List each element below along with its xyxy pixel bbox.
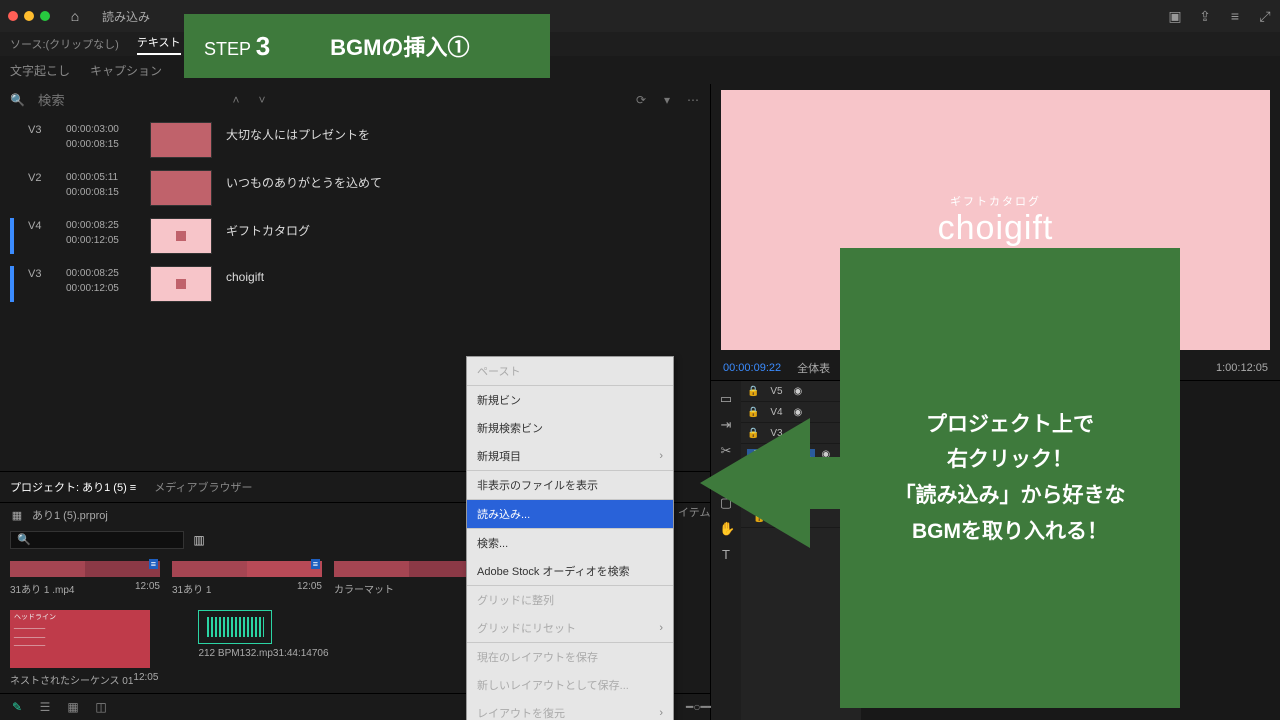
list-icon[interactable]: ☰ — [38, 700, 52, 714]
more-icon[interactable]: ⋯ — [686, 93, 700, 107]
clip-thumb — [150, 266, 212, 302]
timeline-tools: ▭ ⇥ ✂ ✎ ▢ ✋ T — [711, 381, 741, 720]
audio-thumb[interactable] — [198, 610, 272, 644]
context-menu-item: グリッドに整列 — [467, 585, 673, 614]
bpm-name: 212 BPM132.mp3 — [198, 648, 278, 659]
context-menu[interactable]: ペースト新規ビン新規検索ビン新規項目›非表示のファイルを表示読み込み...検索.… — [466, 356, 674, 720]
step-banner: STEP 3 BGMの挿入① — [184, 14, 550, 78]
nested-sequence-thumb[interactable]: ヘッドライン________________________ — [10, 610, 150, 668]
filter-icon[interactable]: ▾ — [660, 93, 674, 107]
window-title: 読み込み — [102, 8, 150, 25]
search-icon[interactable]: 🔍 — [10, 93, 24, 107]
items-label: イテム — [678, 504, 710, 520]
context-menu-item[interactable]: 新規ビン — [467, 385, 673, 414]
video-track-header[interactable]: 🔒V5◉ — [741, 381, 861, 402]
media-browser-tab[interactable]: メディアブラウザー — [154, 479, 252, 495]
source-label: ソース:(クリップなし) — [10, 36, 119, 52]
context-menu-item[interactable]: 読み込み... — [467, 499, 673, 528]
program-subtitle: ギフトカタログ — [950, 193, 1041, 209]
transcribe-tab[interactable]: 文字起こし — [10, 62, 70, 79]
bin-item[interactable]: カラーマット — [334, 561, 484, 596]
context-menu-item: 新しいレイアウトとして保存... — [467, 671, 673, 699]
grid-icon[interactable]: ▦ — [66, 700, 80, 714]
track-headers: 🔒V5◉🔒V4◉🔒V3◉A1🔒A1◉🔒A2◉🔒A3◉🔒ミックス — [741, 381, 861, 720]
step-title: BGMの挿入① — [330, 30, 469, 62]
window-controls[interactable] — [8, 11, 50, 21]
audio-track-header[interactable]: 🔒A3◉ — [741, 486, 861, 507]
text-tab[interactable]: テキスト — [137, 34, 181, 55]
context-menu-item: ペースト — [467, 357, 673, 385]
project-icon: ▦ — [10, 509, 24, 522]
caption-row[interactable]: V3 00:00:08:2500:00:12:05 choigift — [0, 260, 710, 308]
rectangle-tool-icon[interactable]: ▢ — [719, 495, 733, 511]
program-monitor: ギフトカタログ choigift — [721, 90, 1270, 350]
workspace-icon[interactable]: ▣ — [1168, 8, 1182, 25]
project-search-input[interactable] — [10, 531, 184, 549]
fullscreen-icon[interactable]: ⤢ — [1258, 8, 1272, 25]
zoom-slider[interactable]: ━○━━ — [686, 700, 700, 714]
context-menu-item[interactable]: 新規検索ビン — [467, 414, 673, 442]
timecode-end: 1:00:12:05 — [1216, 362, 1268, 374]
razor-tool-icon[interactable]: ✂ — [719, 443, 733, 459]
video-track-header[interactable]: 🔒V4◉ — [741, 402, 861, 423]
nested-name: ネストされたシーケンス 01 — [10, 672, 133, 687]
search-input[interactable] — [36, 92, 217, 109]
minimize-icon[interactable] — [24, 11, 34, 21]
pen-tool-icon[interactable]: ✎ — [719, 469, 733, 485]
close-icon[interactable] — [8, 11, 18, 21]
fit-label[interactable]: 全体表 — [797, 360, 830, 376]
audio-track-header[interactable]: 🔒A2◉ — [741, 465, 861, 486]
bin-icon[interactable]: ▥ — [192, 533, 206, 547]
caption-row[interactable]: V4 00:00:08:2500:00:12:05 ギフトカタログ — [0, 212, 710, 260]
context-menu-item: グリッドにリセット› — [467, 614, 673, 642]
project-filename: あり1 (5).prproj — [32, 507, 108, 523]
video-track-header[interactable]: 🔒V3◉ — [741, 423, 861, 444]
clip-thumb — [150, 170, 212, 206]
search-bar: 🔍 ˄ ˅ ⟳ ▾ ⋯ — [0, 84, 710, 116]
context-menu-item[interactable]: 非表示のファイルを表示 — [467, 470, 673, 499]
home-icon[interactable]: ⌂ — [68, 8, 82, 24]
menu-icon[interactable]: ≡ — [1228, 8, 1242, 25]
freeform-icon[interactable]: ◫ — [94, 700, 108, 714]
chevron-down-icon[interactable]: ˅ — [255, 93, 269, 107]
ripple-tool-icon[interactable]: ⇥ — [719, 417, 733, 433]
context-menu-item[interactable]: 検索... — [467, 528, 673, 557]
context-menu-item: 現在のレイアウトを保存 — [467, 642, 673, 671]
context-menu-item[interactable]: 新規項目› — [467, 442, 673, 470]
timeline: ▭ ⇥ ✂ ✎ ▢ ✋ T 🔒V5◉🔒V4◉🔒V3◉A1🔒A1◉🔒A2◉🔒A3◉… — [711, 380, 1280, 720]
caption-tab[interactable]: キャプション — [90, 62, 162, 79]
context-menu-item[interactable]: Adobe Stock オーディオを検索 — [467, 557, 673, 585]
context-menu-item: レイアウトを復元› — [467, 699, 673, 720]
timeline-area[interactable] — [861, 381, 1280, 720]
selection-tool-icon[interactable]: ▭ — [719, 391, 733, 407]
bin-item[interactable]: ≡ 31あり 1 .mp412:05 — [10, 561, 160, 596]
chevron-up-icon[interactable]: ˄ — [229, 93, 243, 107]
maximize-icon[interactable] — [40, 11, 50, 21]
refresh-icon[interactable]: ⟳ — [634, 93, 648, 107]
type-tool-icon[interactable]: T — [719, 547, 733, 562]
share-icon[interactable]: ⇪ — [1198, 8, 1212, 25]
pen-icon[interactable]: ✎ — [10, 700, 24, 714]
clip-thumb — [150, 218, 212, 254]
clip-thumb — [150, 122, 212, 158]
program-title: choigift — [938, 209, 1054, 248]
caption-row[interactable]: V3 00:00:03:0000:00:08:15 大切な人にはプレゼントを — [0, 116, 710, 164]
bin-item[interactable]: ≡ 31あり 112:05 — [172, 561, 322, 596]
caption-row[interactable]: V2 00:00:05:1100:00:08:15 いつものありがとうを込めて — [0, 164, 710, 212]
hand-tool-icon[interactable]: ✋ — [719, 521, 733, 537]
timecode-current[interactable]: 00:00:09:22 — [723, 362, 781, 374]
timecode-bar: 00:00:09:22 全体表 1:00:12:05 — [711, 356, 1280, 380]
mix-track[interactable]: 🔒ミックス — [741, 507, 861, 528]
project-tab[interactable]: プロジェクト: あり1 (5) ≡ — [10, 479, 136, 495]
a1-patch[interactable]: A1🔒A1◉ — [741, 444, 861, 465]
